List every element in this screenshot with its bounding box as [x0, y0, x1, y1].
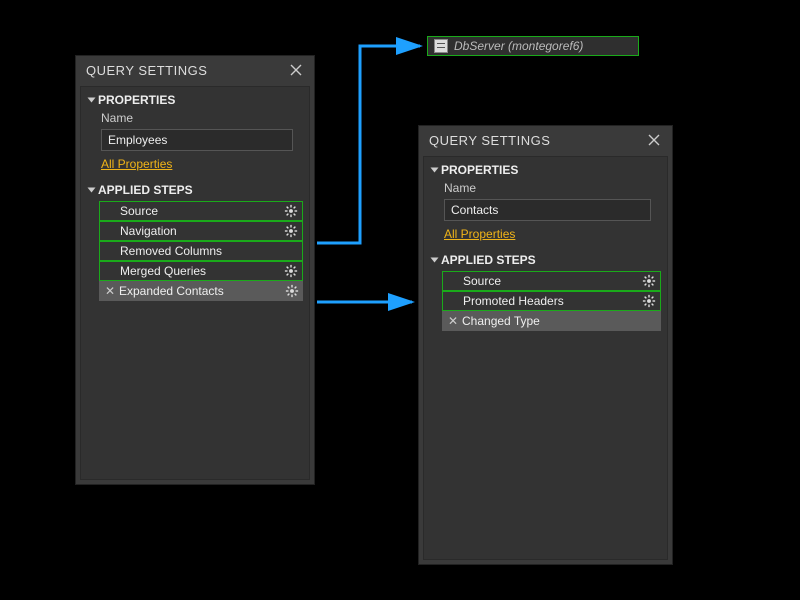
gear-icon[interactable] — [642, 274, 656, 288]
properties-section-header[interactable]: PROPERTIES — [430, 157, 661, 179]
applied-steps-section-header[interactable]: APPLIED STEPS — [430, 247, 661, 269]
panel-header: QUERY SETTINGS — [419, 126, 672, 152]
gear-icon[interactable] — [284, 224, 298, 238]
delete-step-icon[interactable]: ✕ — [446, 314, 460, 328]
applied-step[interactable]: ✕Navigation — [99, 221, 303, 241]
properties-section-header[interactable]: PROPERTIES — [87, 87, 303, 109]
step-label: Removed Columns — [118, 244, 284, 258]
collapse-icon — [88, 98, 96, 103]
applied-step[interactable]: ✕Source — [442, 271, 661, 291]
applied-steps-label: APPLIED STEPS — [441, 253, 536, 267]
name-label: Name — [430, 179, 661, 197]
step-label: Merged Queries — [118, 264, 284, 278]
step-label: Source — [118, 204, 284, 218]
gear-icon[interactable] — [284, 264, 298, 278]
applied-step[interactable]: ✕Source — [99, 201, 303, 221]
properties-label: PROPERTIES — [98, 93, 175, 107]
panel-header: QUERY SETTINGS — [76, 56, 314, 82]
applied-step[interactable]: ✕Changed Type — [442, 311, 661, 331]
panel-body: PROPERTIES Name All Properties APPLIED S… — [423, 156, 668, 560]
applied-steps-section-header[interactable]: APPLIED STEPS — [87, 177, 303, 199]
properties-label: PROPERTIES — [441, 163, 518, 177]
all-properties-link[interactable]: All Properties — [101, 157, 172, 171]
applied-step[interactable]: ✕Removed Columns — [99, 241, 303, 261]
applied-step[interactable]: ✕Expanded Contacts — [99, 281, 303, 301]
applied-steps-list: ✕Source✕Promoted Headers✕Changed Type — [442, 271, 661, 331]
panel-title: QUERY SETTINGS — [86, 63, 207, 78]
step-label: Navigation — [118, 224, 284, 238]
name-label: Name — [87, 109, 303, 127]
collapse-icon — [88, 188, 96, 193]
db-node[interactable]: DbServer (montegoref6) — [427, 36, 639, 56]
database-icon — [434, 39, 448, 53]
panel-body: PROPERTIES Name All Properties APPLIED S… — [80, 86, 310, 480]
name-input[interactable] — [101, 129, 293, 151]
gear-icon[interactable] — [642, 294, 656, 308]
db-node-label: DbServer (montegoref6) — [454, 39, 583, 53]
name-input[interactable] — [444, 199, 651, 221]
collapse-icon — [431, 168, 439, 173]
applied-steps-label: APPLIED STEPS — [98, 183, 193, 197]
close-icon[interactable] — [288, 62, 304, 78]
step-label: Expanded Contacts — [117, 284, 285, 298]
applied-step[interactable]: ✕Promoted Headers — [442, 291, 661, 311]
gear-icon[interactable] — [284, 204, 298, 218]
collapse-icon — [431, 258, 439, 263]
close-icon[interactable] — [646, 132, 662, 148]
step-label: Promoted Headers — [461, 294, 642, 308]
step-label: Changed Type — [460, 314, 643, 328]
all-properties-link[interactable]: All Properties — [444, 227, 515, 241]
step-label: Source — [461, 274, 642, 288]
panel-title: QUERY SETTINGS — [429, 133, 550, 148]
delete-step-icon[interactable]: ✕ — [103, 284, 117, 298]
applied-steps-list: ✕Source✕Navigation✕Removed Columns✕Merge… — [99, 201, 303, 301]
gear-icon[interactable] — [285, 284, 299, 298]
query-settings-panel-right: QUERY SETTINGS PROPERTIES Name All Prope… — [418, 125, 673, 565]
applied-step[interactable]: ✕Merged Queries — [99, 261, 303, 281]
query-settings-panel-left: QUERY SETTINGS PROPERTIES Name All Prope… — [75, 55, 315, 485]
